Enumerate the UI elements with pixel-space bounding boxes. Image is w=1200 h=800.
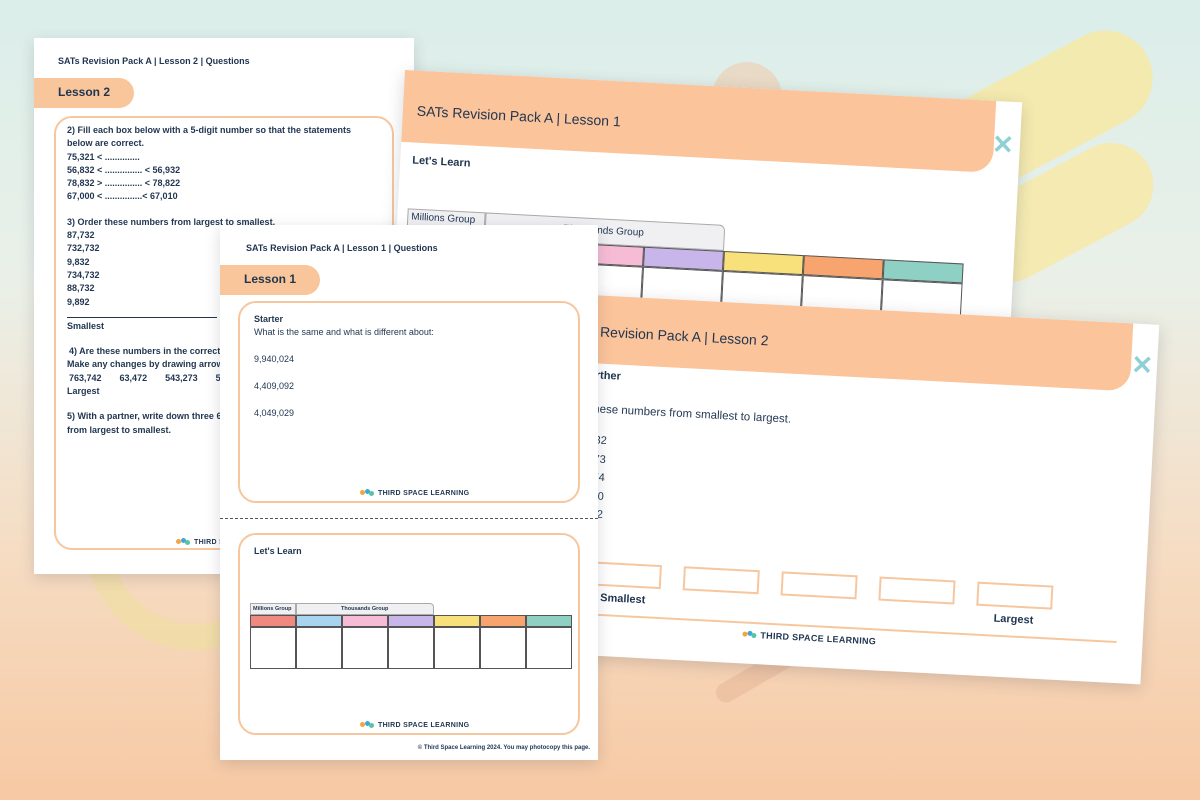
section-title: rther (595, 369, 622, 383)
grid-header-cell (388, 615, 434, 627)
slide-title: Revision Pack A | Lesson 2 (599, 323, 769, 349)
logo: THIRD S (176, 538, 224, 547)
cut-line (220, 518, 598, 519)
sheet-caption: SATs Revision Pack A | Lesson 1 | Questi… (246, 243, 438, 253)
grid-body-cell[interactable] (388, 627, 434, 669)
largest-label: Largest (993, 612, 1034, 627)
grid-header-cell (296, 615, 342, 627)
smallest-label: Smallest (599, 591, 646, 607)
grid-body-cell[interactable] (480, 627, 526, 669)
answer-box[interactable] (780, 571, 858, 600)
sheet-caption: SATs Revision Pack A | Lesson 2 | Questi… (58, 56, 250, 66)
logo-icon (360, 489, 374, 498)
starter-number: 4,049,029 (254, 408, 295, 418)
answer-box[interactable] (976, 581, 1054, 610)
answer-line (67, 316, 217, 318)
grid-body-cell[interactable] (250, 627, 296, 669)
q4-number: 763,742 (69, 372, 102, 383)
copyright-footer: © Third Space Learning 2024. You may pho… (417, 745, 590, 751)
grid-body-cell[interactable] (296, 627, 342, 669)
grid-header-cell (526, 615, 572, 627)
q2-line: 67,000 < ...............< 67,010 (67, 191, 178, 202)
q2-line: 56,832 < ............... < 56,932 (67, 164, 181, 175)
grid-header-cell (250, 615, 296, 627)
question-2: 2) Fill each box below with a 5-digit nu… (67, 125, 352, 149)
thousands-group-label: Thousands Group (296, 603, 434, 615)
background-frame: SATs Revision Pack A | Lesson 1 ✕ Let's … (0, 0, 1200, 800)
slide-header: Revision Pack A | Lesson 2 (586, 295, 1134, 392)
grid-header-cell (342, 615, 388, 627)
logo-icon (742, 630, 757, 640)
logo-icon (176, 538, 190, 547)
starter-number: 4,409,092 (254, 381, 295, 391)
q2-line: 78,832 > ............... < 78,822 (67, 178, 181, 189)
q4-number: 543,273 (165, 372, 198, 383)
lesson-pill: Lesson 1 (220, 265, 320, 295)
logo: THIRD SPACE LEARNING (742, 629, 876, 646)
starter-question: What is the same and what is different a… (254, 327, 434, 337)
starter-panel: Starter What is the same and what is dif… (238, 301, 580, 503)
grid-header-cell (480, 615, 526, 627)
close-icon[interactable]: ✕ (991, 129, 1014, 161)
millions-group-label: Millions Group (250, 603, 296, 615)
lesson-1-questions-sheet: SATs Revision Pack A | Lesson 1 | Questi… (220, 225, 598, 760)
grid-body-cell[interactable] (526, 627, 572, 669)
section-title: Let's Learn (411, 154, 471, 170)
grid-header-cell (434, 615, 480, 627)
logo-icon (360, 721, 374, 730)
slide-title: SATs Revision Pack A | Lesson 1 (416, 102, 622, 130)
q2-line: 75,321 < .............. (67, 151, 140, 162)
close-icon[interactable]: ✕ (1130, 349, 1154, 381)
answer-box[interactable] (682, 566, 760, 595)
lesson-pill: Lesson 2 (34, 78, 134, 108)
grid-body-cell[interactable] (342, 627, 388, 669)
starter-title: Starter (254, 314, 284, 324)
lets-learn-title: Let's Learn (254, 546, 302, 556)
instruction-text: these numbers from smallest to largest. (589, 403, 792, 426)
starter-number: 9,940,024 (254, 354, 295, 364)
logo: THIRD SPACE LEARNING (360, 721, 469, 730)
logo: THIRD SPACE LEARNING (360, 489, 469, 498)
answer-box[interactable] (878, 576, 956, 605)
lesson-2-slide: Revision Pack A | Lesson 2 ✕ rther these… (571, 295, 1160, 685)
lets-learn-panel: Let's Learn Millions Group Thousands Gro… (238, 533, 580, 735)
q4-number: 63,472 (119, 372, 148, 383)
grid-body-cell[interactable] (434, 627, 480, 669)
slide-header: SATs Revision Pack A | Lesson 1 (401, 70, 997, 173)
